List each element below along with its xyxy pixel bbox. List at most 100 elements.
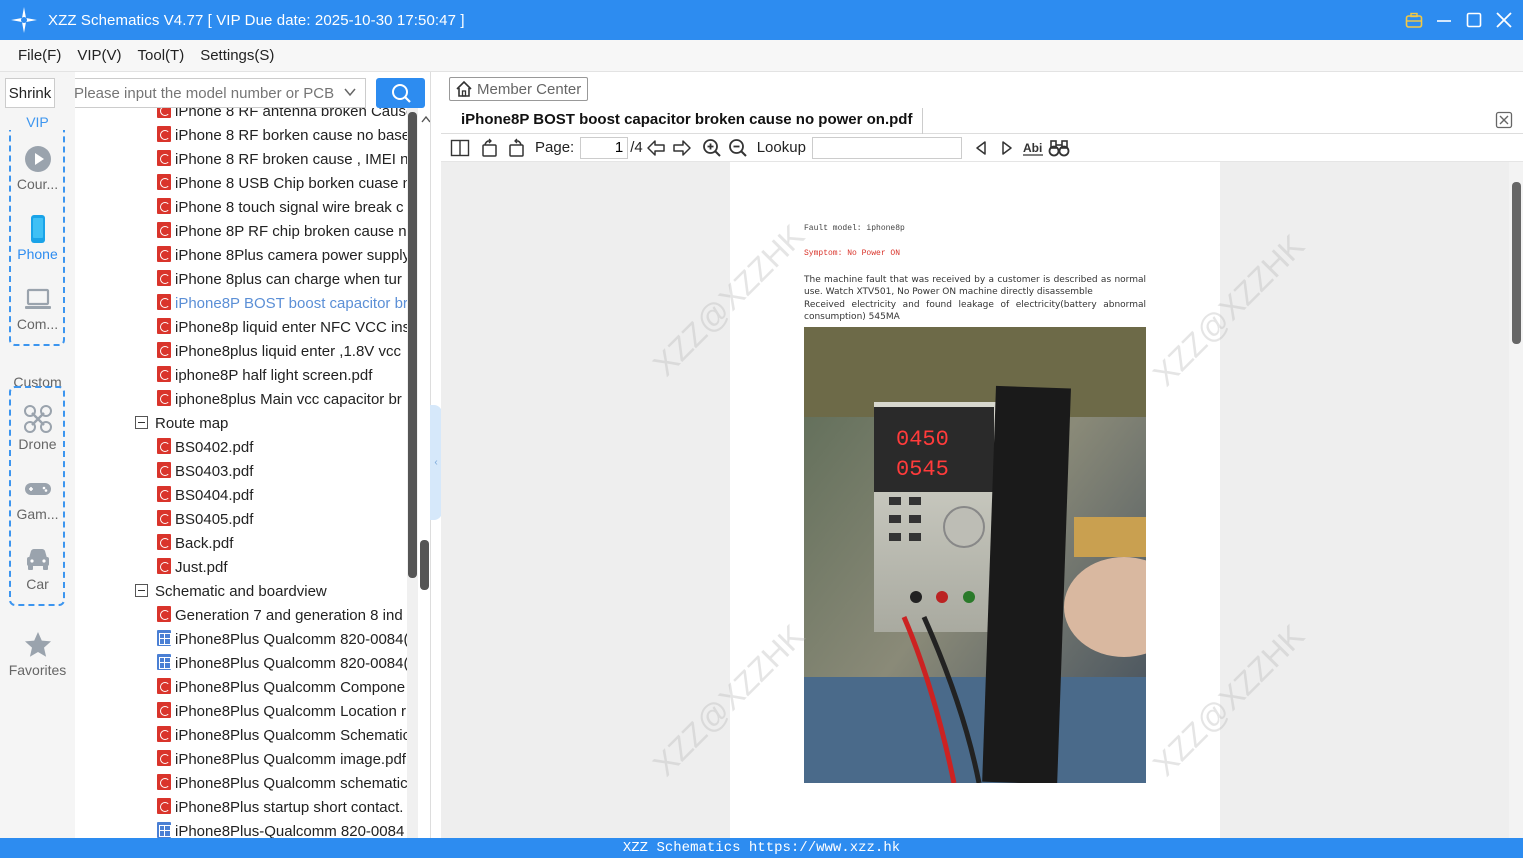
menu-settings[interactable]: Settings(S): [192, 47, 282, 64]
rail-item-car[interactable]: Car: [0, 544, 75, 592]
pdf-file-icon: [157, 702, 171, 718]
binoculars-icon[interactable]: [1046, 136, 1072, 160]
model-tree-panel: iPhone 8 RF antenna broken Cause iPhone 8…: [75, 72, 431, 838]
rotate-right-icon[interactable]: [503, 136, 529, 160]
lookup-input[interactable]: [811, 136, 962, 159]
model-search-input[interactable]: [75, 84, 334, 102]
tree-file-item[interactable]: iPhone 8 RF broken cause , IMEI no: [157, 148, 408, 172]
previous-page-icon[interactable]: [643, 136, 669, 160]
pdf-canvas[interactable]: Fault model: iphone8p Symptom: No Power …: [441, 162, 1523, 838]
maximize-icon[interactable]: [1465, 11, 1483, 29]
rail-item-game[interactable]: Gam...: [0, 474, 75, 522]
tree-item-label: iPhone8Plus Qualcomm 820-0084(: [175, 631, 408, 648]
pdf-file-icon: [157, 246, 171, 262]
zoom-out-icon[interactable]: [725, 136, 751, 160]
tree-file-item[interactable]: iPhone 8Plus camera power supply: [157, 244, 408, 268]
tree-file-item[interactable]: iPhone8Plus-Qualcomm 820-0084: [157, 820, 404, 838]
pdf-file-icon: [157, 486, 171, 502]
rotate-left-icon[interactable]: [477, 136, 503, 160]
tree-item-label: iphone8plus Main vcc capacitor br: [175, 391, 402, 408]
tree-file-item[interactable]: BS0404.pdf: [157, 484, 253, 508]
tree-file-item[interactable]: iPhone8Plus Qualcomm schematic: [157, 772, 408, 796]
minimize-icon[interactable]: [1435, 11, 1453, 29]
tree-scrollbar-thumb-outer[interactable]: [420, 540, 429, 590]
pdf-file-icon: [157, 222, 171, 238]
tree-file-item[interactable]: Just.pdf: [157, 556, 228, 580]
tree-file-item[interactable]: iPhone8p liquid enter NFC VCC ins: [157, 316, 408, 340]
tree-file-item[interactable]: iPhone8P BOST boost capacitor br: [157, 292, 408, 316]
member-center-button[interactable]: Member Center: [449, 77, 588, 101]
find-previous-icon[interactable]: [968, 136, 994, 160]
tree-folder[interactable]: Route map: [135, 412, 228, 436]
match-case-icon[interactable]: Abi: [1020, 136, 1046, 160]
document-tab[interactable]: iPhone8P BOST boost capacitor broken cau…: [451, 108, 924, 134]
tree-file-item[interactable]: BS0405.pdf: [157, 508, 253, 532]
vip-briefcase-icon[interactable]: [1405, 11, 1423, 29]
tree-file-item[interactable]: iphone8P half light screen.pdf: [157, 364, 372, 388]
pdf-file-icon: [157, 534, 171, 550]
rail-item-favorites[interactable]: Favorites: [0, 630, 75, 678]
menu-bar: File(F) VIP(V) Tool(T) Settings(S): [0, 40, 1523, 72]
tree-file-item[interactable]: iPhone 8 USB Chip borken cuase n: [157, 172, 408, 196]
tree-file-item[interactable]: Back.pdf: [157, 532, 233, 556]
tree-item-label: Generation 7 and generation 8 ind: [175, 607, 403, 624]
tree-file-item[interactable]: iPhone8Plus Qualcomm image.pdf: [157, 748, 406, 772]
pdf-file-icon: [157, 774, 171, 790]
model-search-field[interactable]: [75, 78, 366, 108]
tree-item-label: Just.pdf: [175, 559, 228, 576]
pdf-scrollbar-thumb[interactable]: [1512, 182, 1521, 344]
menu-vip[interactable]: VIP(V): [69, 47, 129, 64]
tree-file-item[interactable]: iPhone8Plus Qualcomm Compone: [157, 676, 405, 700]
close-icon[interactable]: [1495, 11, 1513, 29]
tree-file-item[interactable]: iPhone 8 touch signal wire break c: [157, 196, 403, 220]
tree-item-label: iPhone 8P RF chip broken cause no: [175, 223, 408, 240]
tree-item-label: iPhone 8Plus camera power supply: [175, 247, 408, 264]
menu-file[interactable]: File(F): [10, 47, 69, 64]
menu-tool[interactable]: Tool(T): [130, 47, 193, 64]
sidebar-toggle-icon[interactable]: [447, 136, 473, 160]
tree-file-item[interactable]: BS0403.pdf: [157, 460, 253, 484]
pdf-file-icon: [157, 438, 171, 454]
tree-item-label: iPhone 8 RF borken cause no base: [175, 127, 408, 144]
tree-file-item[interactable]: iPhone8plus liquid enter ,1.8V vcc: [157, 340, 401, 364]
rail-item-courses[interactable]: Cour...: [0, 144, 75, 192]
tree-file-item[interactable]: iPhone8Plus Qualcomm 820-0084(: [157, 628, 408, 652]
chevron-down-icon[interactable]: [343, 85, 357, 99]
shrink-button[interactable]: Shrink: [5, 78, 55, 108]
close-tab-icon[interactable]: [1495, 111, 1513, 129]
rail-item-computer[interactable]: Com...: [0, 284, 75, 332]
tree-file-item[interactable]: iPhone8Plus Qualcomm Schematic: [157, 724, 408, 748]
document-viewer: Member Center iPhone8P BOST boost capaci…: [441, 72, 1523, 838]
tree-scrollbar-thumb[interactable]: [408, 112, 417, 578]
rail-item-phone[interactable]: Phone: [0, 214, 75, 262]
pdf-file-icon: [157, 558, 171, 574]
tree-file-item[interactable]: iPhone 8 RF antenna broken Cause: [157, 108, 408, 124]
next-page-icon[interactable]: [669, 136, 695, 160]
tree-file-item[interactable]: iPhone 8 RF borken cause no base: [157, 124, 408, 148]
tree-item-label: iPhone8Plus Qualcomm Location r: [175, 703, 406, 720]
tree-file-item[interactable]: iPhone8Plus Qualcomm 820-0084(: [157, 652, 408, 676]
vip-group-label: VIP: [0, 114, 75, 130]
pdf-file-icon: [157, 270, 171, 286]
tree-item-label: iphone8P half light screen.pdf: [175, 367, 373, 384]
tree-file-item[interactable]: iPhone8Plus startup short contact.: [157, 796, 403, 820]
svg-text:Abi: Abi: [1023, 141, 1042, 155]
tree-file-item[interactable]: BS0402.pdf: [157, 436, 253, 460]
tree-folder[interactable]: Schematic and boardview: [135, 580, 327, 604]
zoom-in-icon[interactable]: [699, 136, 725, 160]
collapse-toggle-icon[interactable]: [135, 416, 148, 429]
page-number-input[interactable]: [580, 136, 629, 159]
tree-file-item[interactable]: Generation 7 and generation 8 ind: [157, 604, 403, 628]
search-button[interactable]: [376, 78, 425, 108]
tree-item-label: iPhone8Plus Qualcomm image.pdf: [175, 751, 406, 768]
collapse-toggle-icon[interactable]: [135, 584, 148, 597]
file-tree: iPhone 8 RF antenna broken Cause iPhone 8…: [75, 108, 408, 838]
find-next-icon[interactable]: [994, 136, 1020, 160]
rail-item-drone[interactable]: Drone: [0, 404, 75, 452]
tree-file-item[interactable]: iphone8plus Main vcc capacitor br: [157, 388, 402, 412]
tree-file-item[interactable]: iPhone 8P RF chip broken cause no: [157, 220, 408, 244]
tree-file-item[interactable]: iPhone8Plus Qualcomm Location r: [157, 700, 406, 724]
tree-file-item[interactable]: iPhone 8plus can charge when tur: [157, 268, 402, 292]
page-total: /4: [630, 139, 643, 156]
scroll-up-arrow-icon[interactable]: [421, 115, 431, 123]
